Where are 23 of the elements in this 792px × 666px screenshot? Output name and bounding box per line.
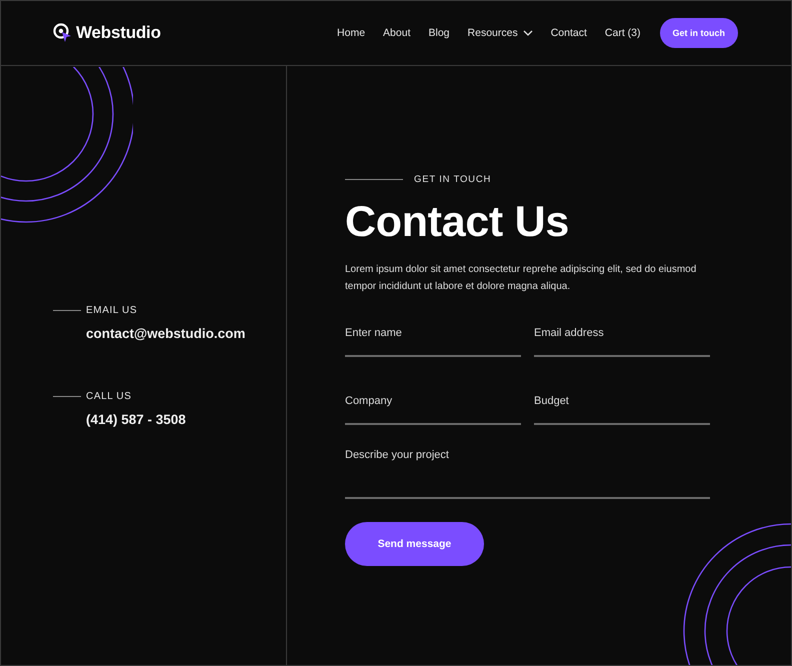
- nav-link[interactable]: About: [383, 27, 410, 39]
- get-in-touch-button[interactable]: Get in touch: [660, 18, 738, 48]
- nav-link[interactable]: Home: [337, 27, 366, 39]
- contact-label: CALL US: [86, 391, 132, 402]
- nav-dropdown[interactable]: Resources: [468, 27, 533, 39]
- input-field[interactable]: Company: [345, 391, 521, 425]
- logo-icon: [53, 23, 73, 43]
- input-field[interactable]: Email address: [534, 323, 710, 357]
- chevron-down-icon: [522, 30, 533, 36]
- brand-name: Webstudio: [76, 23, 161, 43]
- contact-label: EMAIL US: [86, 305, 138, 316]
- eyebrow-label: GET IN TOUCH: [414, 174, 492, 185]
- page-title: Contact Us: [345, 197, 570, 247]
- input-field[interactable]: Budget: [534, 391, 710, 425]
- send-message-button[interactable]: Send message: [345, 522, 484, 566]
- nav-link[interactable]: Cart (3): [604, 27, 640, 39]
- input-field[interactable]: Enter name: [345, 323, 521, 357]
- intro-text: Lorem ipsum dolor sit amet consectetur reprehe adipiscing elit, sed do eiusmod tempor incididunt ut labore et dolore magna aliqua.: [345, 263, 698, 294]
- textarea-field[interactable]: Describe your project: [345, 449, 710, 499]
- nav-link[interactable]: Contact: [550, 27, 587, 39]
- nav-link[interactable]: Blog: [428, 27, 450, 39]
- contact-value: (414) 587 - 3508: [86, 412, 187, 427]
- contact-value: contact@webstudio.com: [86, 326, 246, 341]
